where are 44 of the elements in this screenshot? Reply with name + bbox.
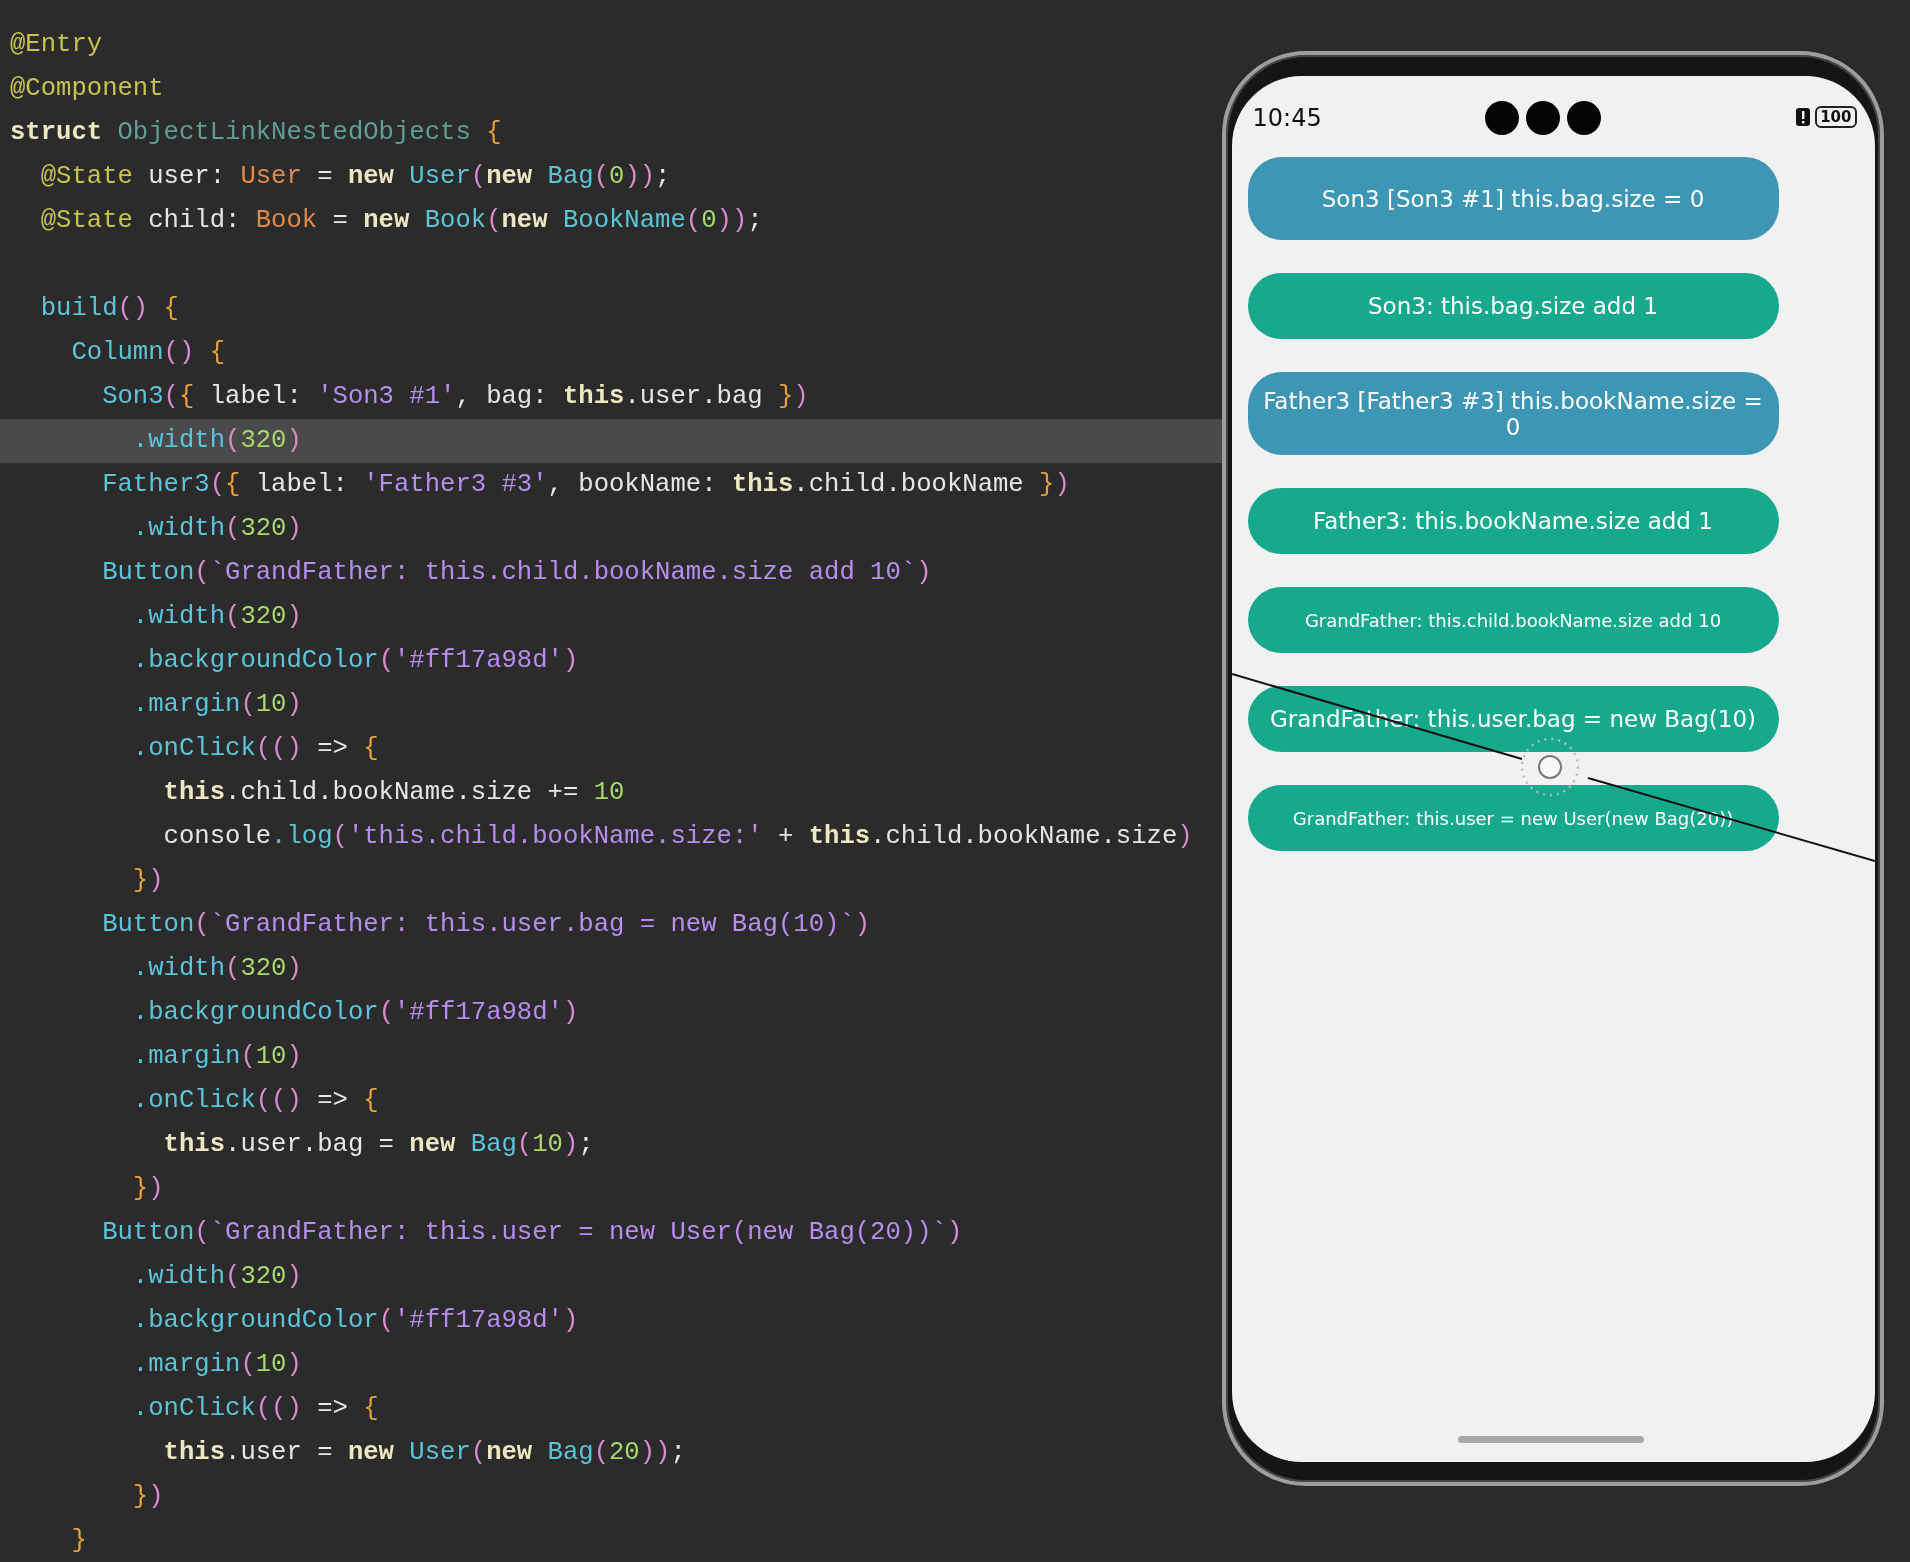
code-line: .onClick(() => { <box>131 1393 380 1425</box>
code-line: @State child: Book = new Book(new BookName(0)); <box>39 205 764 237</box>
status-time: 10:45 <box>1252 103 1322 132</box>
code-line: }) <box>131 1173 165 1205</box>
action-button[interactable]: GrandFather: this.user = new User(new Bag(20)) <box>1247 785 1779 851</box>
code-line: @State user: User = new User(new Bag(0)); <box>39 161 672 193</box>
code-line: .backgroundColor('#ff17a98d') <box>131 645 580 677</box>
code-line: Button(`GrandFather: this.user.bag = new Bag(10)`) <box>101 909 872 941</box>
touch-indicator-icon <box>1520 737 1579 797</box>
code-line: console.log('this.child.bookName.size:' + this.child.bookName.size) <box>162 821 1194 853</box>
code-line: .width(320) <box>131 1261 303 1293</box>
text-banner: Father3 [Father3 #3] this.bookName.size = 0 <box>1247 372 1779 455</box>
code-line: .margin(10) <box>131 689 303 721</box>
code-line: Button(`GrandFather: this.child.bookName.size add 10`) <box>101 557 933 589</box>
code-line: }) <box>131 865 165 897</box>
code-line: .margin(10) <box>131 1041 303 1073</box>
code-line: @Component <box>9 73 165 105</box>
code-line: .width(320) <box>131 953 303 985</box>
action-button[interactable]: Son3: this.bag.size add 1 <box>1247 273 1779 339</box>
code-line: this.user = new User(new Bag(20)); <box>162 1437 687 1469</box>
action-button[interactable]: Father3: this.bookName.size add 1 <box>1247 488 1779 554</box>
code-line: Button(`GrandFather: this.user = new User(new Bag(20))`) <box>101 1217 964 1249</box>
code-line: Son3({ label: 'Son3 #1', bag: this.user.bag }) <box>101 381 810 413</box>
code-line: } <box>70 1525 88 1557</box>
code-line: .backgroundColor('#ff17a98d') <box>131 1305 580 1337</box>
action-button[interactable]: GrandFather: this.child.bookName.size add 10 <box>1247 587 1779 653</box>
code-line: Father3({ label: 'Father3 #3', bookName: this.child.bookName }) <box>101 469 1071 501</box>
battery-indicator: 100 <box>1815 105 1857 128</box>
code-line: Column() { <box>70 337 227 369</box>
code-line: }) <box>131 1481 165 1513</box>
camera-icon <box>1484 100 1601 136</box>
text-banner: Son3 [Son3 #1] this.bag.size = 0 <box>1247 157 1779 240</box>
code-line: .width(320) <box>131 601 303 633</box>
code-line: .onClick(() => { <box>131 733 380 765</box>
code-line: @Entry <box>9 29 104 61</box>
code-line: .width(320) <box>131 513 303 545</box>
code-line: struct ObjectLinkNestedObjects { <box>9 117 503 149</box>
code-line: .onClick(() => { <box>131 1085 380 1117</box>
alert-icon <box>1796 107 1811 126</box>
code-line: .margin(10) <box>131 1349 303 1381</box>
code-line: .backgroundColor('#ff17a98d') <box>131 997 580 1029</box>
code-line: this.child.bookName.size += 10 <box>162 777 626 809</box>
code-line: this.user.bag = new Bag(10); <box>162 1129 595 1161</box>
code-line: build() { <box>39 293 180 325</box>
